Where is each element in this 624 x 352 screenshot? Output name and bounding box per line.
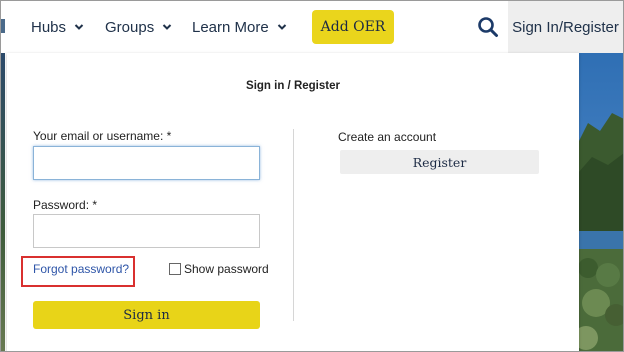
nav-edge-marker [1, 19, 5, 33]
email-field[interactable] [33, 146, 260, 180]
password-label: Password: * [33, 198, 98, 212]
email-label: Your email or username: * [33, 129, 172, 143]
nav-item-groups[interactable]: Groups [105, 17, 172, 37]
sign-in-register-tab[interactable]: Sign In/Register [508, 1, 623, 53]
nav-item-hubs[interactable]: Hubs [31, 17, 84, 37]
nav-item-learn-more[interactable]: Learn More [192, 17, 287, 37]
nav-item-label: Groups [105, 18, 155, 36]
sign-in-dropdown-panel: Sign in / Register Your email or usernam… [7, 53, 579, 351]
search-icon[interactable] [477, 16, 499, 38]
nav-item-label: Learn More [192, 18, 269, 36]
sign-in-button[interactable]: Sign in [33, 301, 260, 329]
column-divider [293, 129, 294, 321]
register-button[interactable]: Register [340, 150, 539, 174]
show-password-toggle[interactable]: Show password [169, 262, 269, 276]
forgot-password-link[interactable]: Forgot password? [33, 262, 129, 276]
password-field[interactable] [33, 214, 260, 248]
panel-title: Sign in / Register [246, 80, 340, 92]
background-photo-edge [1, 53, 5, 351]
top-navbar: Hubs Groups Learn More Add OER Sign In/R… [1, 1, 623, 53]
chevron-down-icon [162, 22, 172, 32]
background-photo [578, 53, 623, 351]
show-password-label: Show password [184, 262, 269, 276]
chevron-down-icon [74, 22, 84, 32]
chevron-down-icon [277, 22, 287, 32]
add-oer-button[interactable]: Add OER [312, 10, 394, 44]
show-password-checkbox[interactable] [169, 263, 181, 275]
nav-item-label: Hubs [31, 18, 67, 36]
create-account-label: Create an account [338, 130, 437, 144]
browser-frame: Hubs Groups Learn More Add OER Sign In/R… [0, 0, 624, 352]
